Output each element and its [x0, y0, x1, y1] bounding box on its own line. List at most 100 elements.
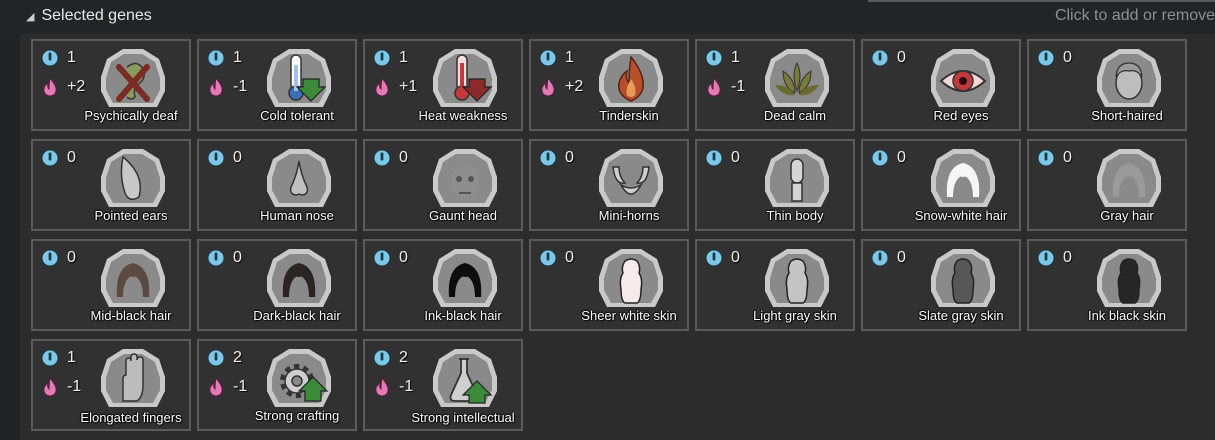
complexity-value: 0 — [1063, 249, 1072, 266]
gene-name: Strong crafting — [254, 408, 340, 423]
complexity-value: 0 — [67, 149, 76, 166]
gene-card-dark-black-hair[interactable]: 0 Dark-black hair — [197, 239, 357, 331]
complexity-value: 0 — [399, 249, 408, 266]
complexity-stat: 1 — [41, 349, 76, 367]
gene-card-ink-black-skin[interactable]: 0 Ink black skin — [1027, 239, 1187, 331]
hand-icon — [97, 345, 169, 417]
gene-card-psychically-deaf[interactable]: 1 +2 Psychically deaf — [31, 39, 191, 131]
gene-name: Ink black skin — [1087, 308, 1167, 323]
complexity-stat: 0 — [871, 149, 906, 167]
metabolism-icon — [41, 377, 59, 397]
complexity-stat: 2 — [373, 349, 408, 367]
gene-card-elongated-fingers[interactable]: 1 -1 Elongated fingers — [31, 339, 191, 431]
gene-name: Elongated fingers — [80, 410, 182, 425]
gene-name: Snow-white hair — [914, 208, 1008, 223]
complexity-value: 1 — [67, 49, 76, 66]
gene-name: Gray hair — [1100, 208, 1154, 223]
gene-name: Gaunt head — [429, 208, 497, 223]
gene-grid: 1 +2 Psychically deaf 1 -1 Cold tolerant — [20, 34, 1215, 440]
gene-card-mini-horns[interactable]: 0 Mini-horns — [529, 139, 689, 231]
complexity-stat: 2 — [207, 349, 242, 367]
complexity-stat: 0 — [871, 49, 906, 67]
complexity-icon — [705, 249, 723, 267]
gene-card-cold-tolerant[interactable]: 1 -1 Cold tolerant — [197, 39, 357, 131]
complexity-icon — [539, 49, 557, 67]
complexity-stat: 0 — [207, 249, 242, 267]
gene-card-mid-black-hair[interactable]: 0 Mid-black hair — [31, 239, 191, 331]
complexity-stat: 0 — [705, 149, 740, 167]
metabolism-stat: -1 — [705, 77, 745, 97]
metabolism-icon — [207, 77, 225, 97]
section-title: Selected genes — [41, 7, 152, 24]
complexity-icon — [1037, 249, 1055, 267]
gene-card-human-nose[interactable]: 0 Human nose — [197, 139, 357, 231]
gene-name: Dark-black hair — [253, 308, 341, 323]
complexity-value: 0 — [1063, 149, 1072, 166]
gene-card-slate-gray-skin[interactable]: 0 Slate gray skin — [861, 239, 1021, 331]
complexity-icon — [539, 249, 557, 267]
complexity-icon — [207, 149, 225, 167]
gene-card-dead-calm[interactable]: 1 -1 Dead calm — [695, 39, 855, 131]
complexity-stat: 0 — [41, 249, 76, 267]
gene-card-pointed-ears[interactable]: 0 Pointed ears — [31, 139, 191, 231]
complexity-icon — [373, 149, 391, 167]
metabolism-icon — [41, 77, 59, 97]
collapse-triangle-icon: ◢ — [26, 10, 35, 23]
metabolism-value: +2 — [67, 78, 86, 95]
gene-card-short-haired[interactable]: 0 Short-haired — [1027, 39, 1187, 131]
gene-card-red-eyes[interactable]: 0 Red eyes — [861, 39, 1021, 131]
complexity-icon — [539, 149, 557, 167]
complexity-value: 0 — [233, 249, 242, 266]
gene-name: Thin body — [766, 208, 824, 223]
metabolism-icon — [705, 77, 723, 97]
complexity-icon — [1037, 49, 1055, 67]
complexity-icon — [41, 249, 59, 267]
gene-card-strong-crafting[interactable]: 2 -1 Strong crafting — [197, 339, 357, 431]
metabolism-icon — [539, 77, 557, 97]
gene-card-ink-black-hair[interactable]: 0 Ink-black hair — [363, 239, 523, 331]
gene-name: Red eyes — [933, 108, 989, 123]
metabolism-value: -1 — [399, 378, 414, 395]
gene-card-thin-body[interactable]: 0 Thin body — [695, 139, 855, 231]
complexity-icon — [871, 149, 889, 167]
gene-card-heat-weakness[interactable]: 1 +1 Heat weakness — [363, 39, 523, 131]
complexity-value: 0 — [565, 149, 574, 166]
complexity-icon — [1037, 149, 1055, 167]
complexity-stat: 1 — [373, 49, 408, 67]
complexity-stat: 0 — [1037, 149, 1072, 167]
complexity-icon — [373, 349, 391, 367]
gene-card-light-gray-skin[interactable]: 0 Light gray skin — [695, 239, 855, 331]
complexity-icon — [207, 49, 225, 67]
gene-card-strong-intellectual[interactable]: 2 -1 Strong intellectual — [363, 339, 523, 431]
complexity-value: 0 — [897, 249, 906, 266]
gene-name: Strong intellectual — [411, 410, 515, 425]
complexity-value: 0 — [1063, 49, 1072, 66]
gene-card-tinderskin[interactable]: 1 +2 Tinderskin — [529, 39, 689, 131]
metabolism-icon — [207, 377, 225, 397]
gene-card-sheer-white-skin[interactable]: 0 Sheer white skin — [529, 239, 689, 331]
complexity-icon — [373, 249, 391, 267]
complexity-value: 1 — [233, 49, 242, 66]
gene-card-snow-white-hair[interactable]: 0 Snow-white hair — [861, 139, 1021, 231]
gene-name: Pointed ears — [94, 208, 168, 223]
complexity-icon — [41, 149, 59, 167]
metabolism-value: -1 — [233, 378, 248, 395]
gene-name: Heat weakness — [418, 108, 508, 123]
metabolism-stat: -1 — [373, 377, 413, 397]
add-remove-hint: Click to add or remove — [1054, 7, 1215, 24]
complexity-icon — [207, 349, 225, 367]
metabolism-value: -1 — [233, 78, 248, 95]
complexity-value: 0 — [897, 49, 906, 66]
complexity-stat: 0 — [41, 149, 76, 167]
gene-name: Dead calm — [763, 108, 827, 123]
gene-card-gray-hair[interactable]: 0 Gray hair — [1027, 139, 1187, 231]
complexity-stat: 0 — [373, 149, 408, 167]
complexity-icon — [871, 49, 889, 67]
metabolism-value: +1 — [399, 78, 418, 95]
complexity-icon — [705, 149, 723, 167]
complexity-stat: 0 — [539, 249, 574, 267]
gene-card-gaunt-head[interactable]: 0 Gaunt head — [363, 139, 523, 231]
complexity-value: 2 — [399, 349, 408, 366]
gene-name: Sheer white skin — [581, 308, 677, 323]
selected-genes-toggle[interactable]: ◢ Selected genes — [26, 6, 152, 26]
